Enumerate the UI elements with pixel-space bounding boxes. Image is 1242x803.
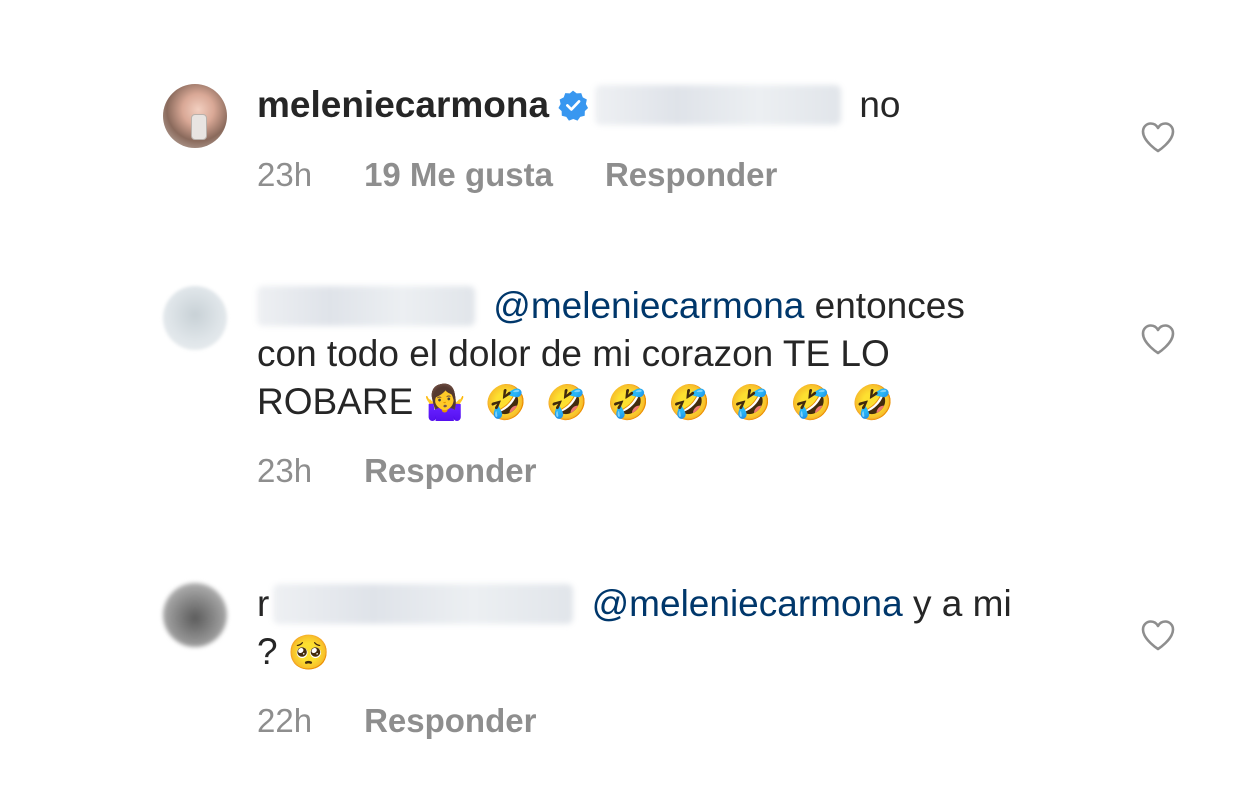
- heart-outline-icon[interactable]: [1140, 121, 1176, 153]
- comment-meta: 23h Responder: [257, 452, 536, 490]
- comment-body: r @meleniecarmona y a mi ? 🥺: [257, 580, 1097, 677]
- comment-line-1: r @meleniecarmona y a mi: [257, 580, 1097, 628]
- comment-line-3: ROBARE 🤷‍♀️ 🤣 🤣 🤣 🤣 🤣 🤣 🤣: [257, 378, 1097, 427]
- reply-button[interactable]: Responder: [364, 452, 536, 490]
- comment-text-line-3: ROBARE: [257, 381, 414, 422]
- emoji-pleading: 🥺: [287, 633, 335, 673]
- comment-body: @meleniecarmona entonces con todo el dol…: [257, 282, 1097, 427]
- comment-text-line-2: ?: [257, 631, 278, 672]
- heart-outline-icon[interactable]: [1140, 323, 1176, 355]
- username-prefix[interactable]: r: [257, 583, 269, 624]
- comment-meta: 23h 19 Me gusta Responder: [257, 156, 777, 194]
- comment-text-line-1: y a mi: [912, 583, 1012, 624]
- comment-text-line-2: con todo el dolor de mi corazon TE LO: [257, 333, 890, 374]
- blurred-username[interactable]: [273, 584, 574, 624]
- comment-username[interactable]: meleniecarmona: [257, 84, 549, 125]
- comment-meta: 22h Responder: [257, 702, 536, 740]
- avatar[interactable]: [163, 286, 227, 350]
- comment-body: meleniecarmona no: [257, 81, 1097, 133]
- comment-time: 23h: [257, 156, 313, 193]
- likes-count[interactable]: 19 Me gusta: [364, 156, 553, 194]
- avatar[interactable]: [163, 583, 227, 647]
- comment-mention[interactable]: @meleniecarmona: [493, 285, 804, 326]
- emoji-group: 🤷‍♀️ 🤣 🤣 🤣 🤣 🤣 🤣 🤣: [423, 383, 898, 423]
- verified-badge-icon: [557, 85, 589, 133]
- comment-text: no: [859, 84, 901, 125]
- avatar-photo-detail: [191, 114, 207, 140]
- reply-button[interactable]: Responder: [364, 702, 536, 740]
- heart-outline-icon[interactable]: [1140, 619, 1176, 651]
- comment-line-1: @meleniecarmona entonces: [257, 282, 1097, 330]
- comment-line-2: ? 🥺: [257, 628, 1097, 677]
- comment-time: 23h: [257, 452, 313, 489]
- comment-text-line-1: entonces: [814, 285, 965, 326]
- comment-mention[interactable]: @meleniecarmona: [592, 583, 903, 624]
- blurred-mention: [595, 85, 842, 125]
- avatar[interactable]: [163, 84, 227, 148]
- reply-button[interactable]: Responder: [605, 156, 777, 194]
- comment-time: 22h: [257, 702, 313, 739]
- blurred-username[interactable]: [257, 286, 475, 326]
